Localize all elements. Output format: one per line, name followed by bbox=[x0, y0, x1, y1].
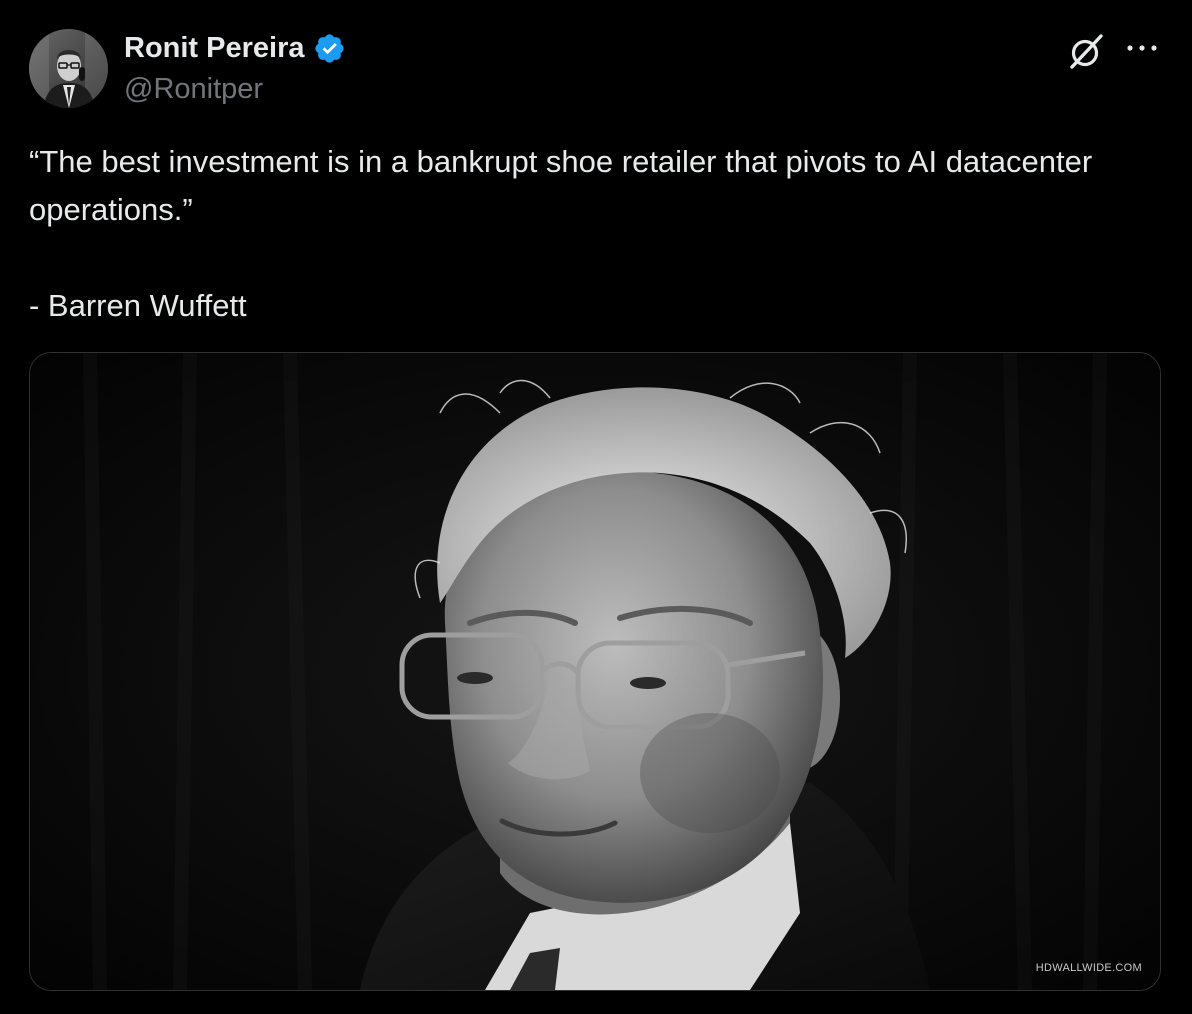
portrait-photo bbox=[30, 353, 1160, 990]
avatar-image bbox=[29, 29, 108, 108]
more-horizontal-icon[interactable] bbox=[1125, 36, 1159, 60]
verified-badge-icon[interactable] bbox=[313, 32, 346, 65]
post-attribution: - Barren Wuffett bbox=[29, 288, 247, 323]
post-text: “The best investment is in a bankrupt sh… bbox=[29, 138, 1139, 330]
author-handle[interactable]: @Ronitper bbox=[124, 71, 263, 107]
author-name-row: Ronit Pereira bbox=[124, 30, 346, 66]
image-watermark: HDWALLWIDE.COM bbox=[1035, 962, 1142, 974]
post-media-image[interactable]: HDWALLWIDE.COM bbox=[29, 352, 1161, 991]
author-display-name[interactable]: Ronit Pereira bbox=[124, 30, 305, 66]
post-quote: “The best investment is in a bankrupt sh… bbox=[29, 144, 1093, 227]
avatar[interactable] bbox=[29, 29, 108, 108]
post: Ronit Pereira @Ronitper “The best invest… bbox=[0, 0, 1192, 1014]
grok-icon[interactable] bbox=[1066, 30, 1108, 72]
